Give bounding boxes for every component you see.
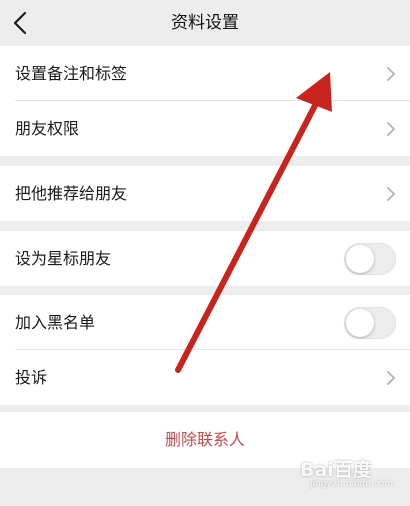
chevron-right-icon [387, 122, 395, 136]
delete-contact-label: 删除联系人 [164, 430, 245, 449]
chevron-right-icon [387, 67, 395, 81]
row-label: 把他推荐给朋友 [15, 184, 128, 203]
page-title: 资料设置 [171, 13, 239, 33]
row-label: 设为星标朋友 [15, 249, 112, 268]
star-friend-toggle[interactable] [344, 243, 396, 275]
row-blacklist: 加入黑名单 [0, 295, 410, 350]
settings-group-recommend: 把他推荐给朋友 [0, 166, 410, 221]
toggle-knob [346, 245, 374, 273]
settings-group-block: 加入黑名单 投诉 [0, 295, 410, 405]
chevron-right-icon [387, 187, 395, 201]
row-label: 投诉 [15, 368, 48, 387]
row-set-remark-tags[interactable]: 设置备注和标签 [0, 46, 410, 101]
watermark-url: jingyan.baidu.com [310, 479, 394, 489]
chevron-right-icon [387, 371, 395, 385]
row-complain[interactable]: 投诉 [0, 350, 410, 405]
row-recommend-to-friend[interactable]: 把他推荐给朋友 [0, 166, 410, 221]
row-friend-permissions[interactable]: 朋友权限 [0, 101, 410, 156]
row-label: 加入黑名单 [15, 313, 96, 332]
row-label: 朋友权限 [15, 119, 80, 138]
delete-contact-button[interactable]: 删除联系人 [0, 412, 410, 468]
navigation-bar: 资料设置 [0, 0, 410, 46]
toggle-knob [346, 309, 374, 337]
settings-group-remark: 设置备注和标签 朋友权限 [0, 46, 410, 156]
row-label: 设置备注和标签 [15, 64, 128, 83]
settings-group-star: 设为星标朋友 [0, 231, 410, 286]
blacklist-toggle[interactable] [344, 307, 396, 339]
row-star-friend: 设为星标朋友 [0, 231, 410, 286]
